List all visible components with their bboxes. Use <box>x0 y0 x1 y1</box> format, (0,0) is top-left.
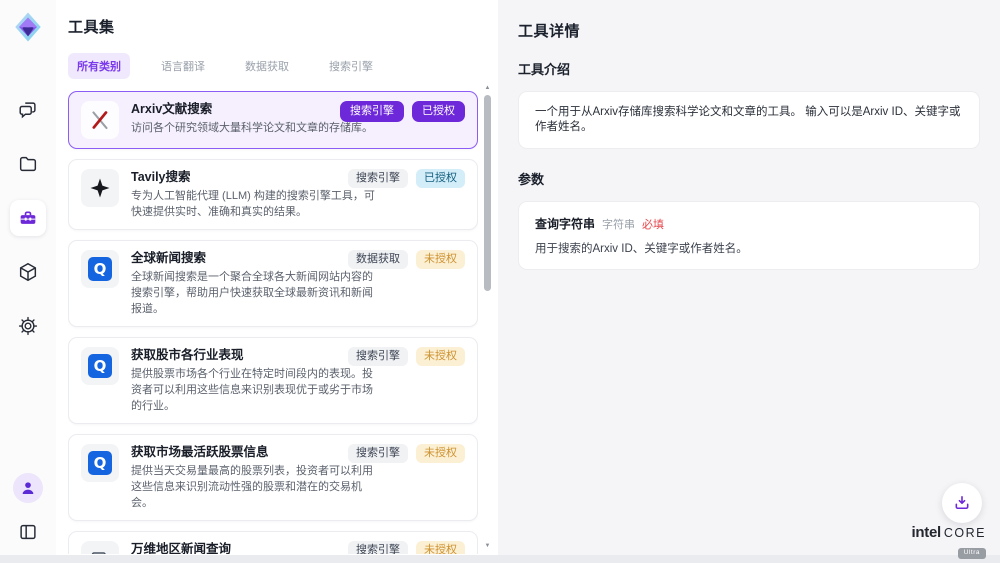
param-description: 用于搜索的Arxiv ID、关键字或作者姓名。 <box>535 240 963 256</box>
page-title: 工具集 <box>68 16 498 37</box>
window-bottom-edge <box>0 555 1000 563</box>
category-tag: 搜索引擎 <box>348 169 408 188</box>
q-search-icon: Q <box>88 451 112 475</box>
download-icon <box>952 493 972 513</box>
category-tabs: 所有类别 语言翻译 数据获取 搜索引擎 <box>68 53 498 79</box>
category-tag: 搜索引擎 <box>348 541 408 554</box>
intel-core-logo: intel CORE Ultra <box>912 524 986 559</box>
collapse-panel-icon <box>17 521 39 543</box>
param-box: 查询字符串 字符串 必填 用于搜索的Arxiv ID、关键字或作者姓名。 <box>518 201 980 270</box>
intel-wordmark: intel <box>912 524 941 541</box>
sidebar-item-models[interactable] <box>10 254 46 290</box>
chat-icon <box>17 99 39 121</box>
q-search-icon: Q <box>88 354 112 378</box>
scrollbar[interactable]: ▲ ▼ <box>483 84 492 551</box>
tool-card[interactable]: 万维地区新闻查询查询具体行政区划内的新闻，快速了解各地新闻动搜索引擎未授权 <box>68 531 478 554</box>
user-avatar[interactable] <box>13 473 43 503</box>
intro-heading: 工具介绍 <box>518 59 980 78</box>
category-tag: 数据获取 <box>348 250 408 269</box>
tool-description: 专为人工智能代理 (LLM) 构建的搜索引擎工具，可快速提供实时、准确和真实的结… <box>131 188 383 220</box>
auth-status-tag[interactable]: 未授权 <box>416 250 465 269</box>
tool-detail-panel: 工具详情 工具介绍 一个用于从Arxiv存储库搜索科学论文和文章的工具。 输入可… <box>498 0 1000 555</box>
sidebar-item-tools[interactable] <box>10 200 46 236</box>
gear-icon <box>17 315 39 337</box>
qsearch-tool-icon: Q <box>81 250 119 288</box>
tab-data-fetch[interactable]: 数据获取 <box>236 53 298 79</box>
intro-text: 一个用于从Arxiv存储库搜索科学论文和文章的工具。 输入可以是Arxiv ID… <box>535 105 963 135</box>
scroll-thumb[interactable] <box>484 95 491 291</box>
scroll-up-arrow[interactable]: ▲ <box>483 84 492 93</box>
category-tag: 搜索引擎 <box>340 101 404 122</box>
category-tag: 搜索引擎 <box>348 347 408 366</box>
tool-card[interactable]: Q获取股市各行业表现提供股票市场各个行业在特定时间段内的表现。投资者可以利用这些… <box>68 337 478 424</box>
detail-title: 工具详情 <box>518 20 980 41</box>
core-wordmark: CORE <box>944 526 986 540</box>
auth-status-tag[interactable]: 已授权 <box>416 169 465 188</box>
param-type: 字符串 <box>602 216 635 232</box>
sidebar-item-chat[interactable] <box>10 92 46 128</box>
tool-card[interactable]: Tavily搜索专为人工智能代理 (LLM) 构建的搜索引擎工具，可快速提供实时… <box>68 159 478 230</box>
auth-status-tag[interactable]: 未授权 <box>416 541 465 554</box>
param-required-badge: 必填 <box>642 216 664 232</box>
sidebar <box>0 0 56 555</box>
app-window: 工具集 所有类别 语言翻译 数据获取 搜索引擎 Arxiv文献搜索访问各个研究领… <box>0 0 1000 555</box>
toolbox-icon <box>17 207 39 229</box>
newspaper-icon <box>88 548 112 554</box>
ultra-badge: Ultra <box>958 548 986 559</box>
category-tag: 搜索引擎 <box>348 444 408 463</box>
tool-description: 提供当天交易量最高的股票列表，投资者可以利用这些信息来识别流动性强的股票和潜在的… <box>131 463 383 511</box>
tool-list: Arxiv文献搜索访问各个研究领域大量科学论文和文章的存储库。搜索引擎已授权 Ta… <box>68 91 478 554</box>
arxiv-tool-icon <box>81 101 119 139</box>
tool-card[interactable]: Arxiv文献搜索访问各个研究领域大量科学论文和文章的存储库。搜索引擎已授权 <box>68 91 478 149</box>
param-name: 查询字符串 <box>535 215 595 232</box>
tool-description: 全球新闻搜索是一个聚合全球各大新闻网站内容的搜索引擎，帮助用户快速获取全球最新资… <box>131 269 383 317</box>
download-button[interactable] <box>942 483 982 523</box>
news-tool-icon <box>81 541 119 554</box>
q-search-icon: Q <box>88 257 112 281</box>
params-heading: 参数 <box>518 169 980 188</box>
tab-all-categories[interactable]: 所有类别 <box>68 53 130 79</box>
qsearch-tool-icon: Q <box>81 347 119 385</box>
tab-search-engine[interactable]: 搜索引擎 <box>320 53 382 79</box>
cube-icon <box>17 261 39 283</box>
collapse-sidebar-button[interactable] <box>10 517 46 547</box>
scroll-down-arrow[interactable]: ▼ <box>483 542 492 551</box>
auth-status-tag[interactable]: 未授权 <box>416 444 465 463</box>
sparkle-tool-icon <box>81 169 119 207</box>
sparkle-icon <box>88 176 112 200</box>
auth-status-tag[interactable]: 已授权 <box>412 101 465 122</box>
tool-description: 访问各个研究领域大量科学论文和文章的存储库。 <box>131 120 383 136</box>
sidebar-item-files[interactable] <box>10 146 46 182</box>
tool-description: 提供股票市场各个行业在特定时间段内的表现。投资者可以利用这些信息来识别表现优于或… <box>131 366 383 414</box>
tool-card[interactable]: Q获取市场最活跃股票信息提供当天交易量最高的股票列表，投资者可以利用这些信息来识… <box>68 434 478 521</box>
tool-list-panel: 工具集 所有类别 语言翻译 数据获取 搜索引擎 Arxiv文献搜索访问各个研究领… <box>56 0 498 555</box>
arxiv-icon <box>88 108 112 132</box>
folder-icon <box>17 153 39 175</box>
auth-status-tag[interactable]: 未授权 <box>416 347 465 366</box>
app-logo-icon <box>11 10 45 44</box>
avatar-icon <box>18 478 38 498</box>
sidebar-item-settings[interactable] <box>10 308 46 344</box>
tab-language-translation[interactable]: 语言翻译 <box>152 53 214 79</box>
qsearch-tool-icon: Q <box>81 444 119 482</box>
intro-box: 一个用于从Arxiv存储库搜索科学论文和文章的工具。 输入可以是Arxiv ID… <box>518 91 980 149</box>
tool-card[interactable]: Q全球新闻搜索全球新闻搜索是一个聚合全球各大新闻网站内容的搜索引擎，帮助用户快速… <box>68 240 478 327</box>
